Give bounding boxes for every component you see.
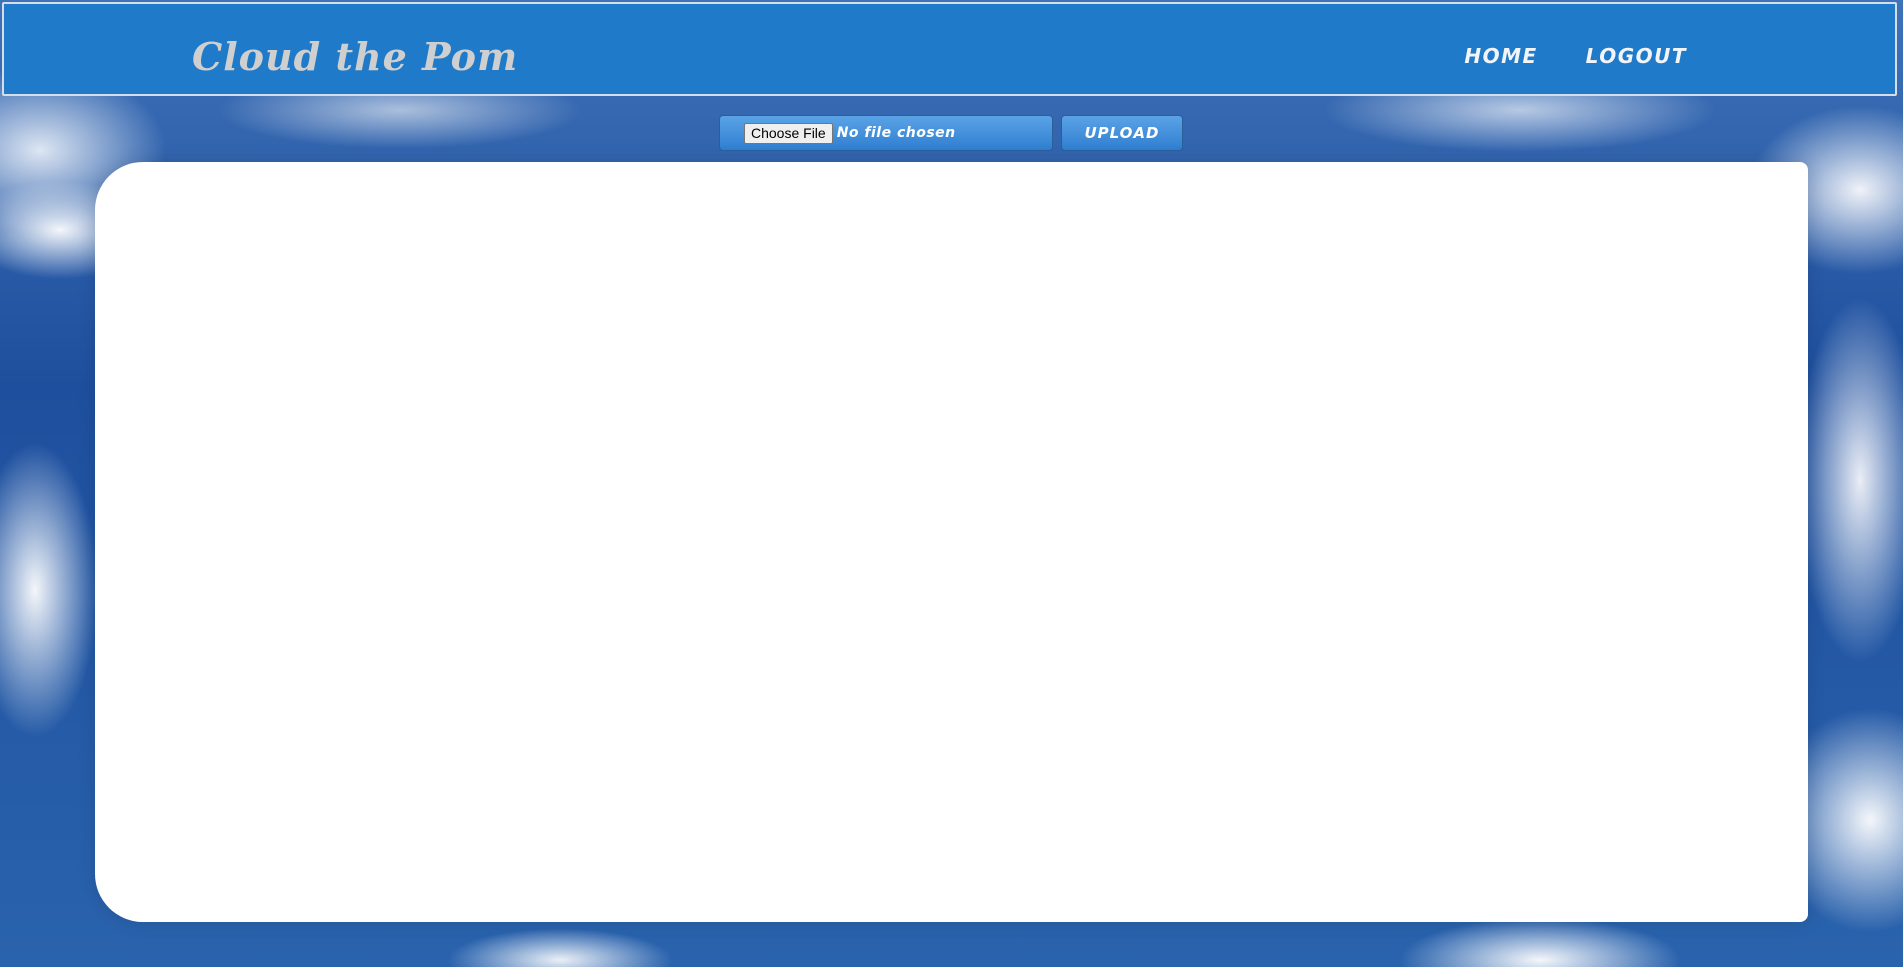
nav-logout-link[interactable]: LOGOUT <box>1586 44 1687 68</box>
file-status-text: No file chosen <box>836 125 956 141</box>
choose-file-button[interactable]: Choose File <box>744 122 833 144</box>
upload-button[interactable]: UPLOAD <box>1061 115 1183 151</box>
site-title[interactable]: Cloud the Pom <box>192 34 518 79</box>
site-header: Cloud the Pom HOME LOGOUT <box>2 2 1897 96</box>
nav-home-link[interactable]: HOME <box>1464 44 1537 68</box>
main-nav: HOME LOGOUT <box>1464 44 1687 68</box>
content-panel <box>95 162 1808 922</box>
upload-bar: Choose File No file chosen UPLOAD <box>719 115 1183 151</box>
file-input[interactable]: Choose File No file chosen <box>719 115 1053 151</box>
